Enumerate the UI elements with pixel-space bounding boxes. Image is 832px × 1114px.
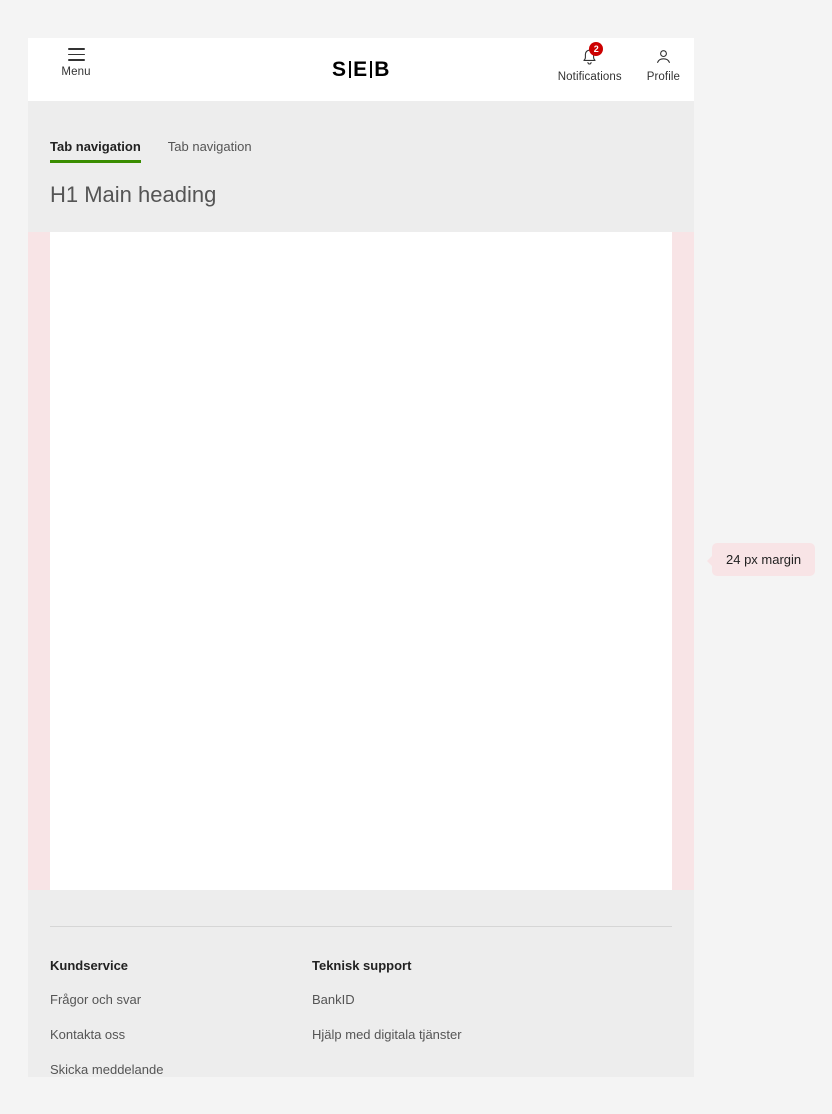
seb-logo-letter-e: E [353,58,368,81]
page-title: H1 Main heading [50,182,217,207]
profile-button[interactable]: Profile [647,48,680,84]
page-root: Menu S E B 2 Notifications Profile Tab n… [0,0,832,1114]
footer-divider [50,926,672,927]
seb-logo-divider-1 [349,61,351,78]
bell-icon: 2 [581,42,604,66]
header-actions: 2 Notifications Profile [557,42,680,84]
footer-column-title: Kundservice [50,958,129,973]
notifications-button[interactable]: 2 Notifications [557,42,622,84]
footer-link-fragor-och-svar[interactable]: Frågor och svar [50,991,312,1009]
margin-guide-left [28,232,50,890]
hamburger-menu-icon [67,48,85,61]
margin-guide-right [672,232,694,890]
footer-column-teknisk-support: Teknisk support BankID Hjälp med digital… [312,957,574,1077]
footer-column-kundservice: Kundservice Frågor och svar Kontakta oss… [50,957,312,1077]
seb-logo-divider-2 [370,61,372,78]
app-header: Menu S E B 2 Notifications Profile [28,38,694,101]
margin-annotation-callout: 24 px margin [706,543,816,576]
content-zone [28,232,694,890]
seb-logo-letter-b: B [374,58,390,81]
content-canvas [50,232,672,890]
app-container: Menu S E B 2 Notifications Profile Tab n… [28,38,694,1077]
footer-link-hjalp-med-digitala-tjanster[interactable]: Hjälp med digitala tjänster [312,1026,574,1044]
profile-button-label: Profile [646,71,680,83]
menu-button-label: Menu [61,66,91,78]
notifications-badge: 2 [589,42,604,56]
tab-navigation-item-1[interactable]: Tab navigation [50,139,141,163]
notifications-button-label: Notifications [557,71,622,83]
tab-navigation-item-2[interactable]: Tab navigation [168,139,252,163]
footer-link-skicka-meddelande[interactable]: Skicka meddelande [50,1061,312,1077]
footer-link-bankid[interactable]: BankID [312,991,574,1009]
footer-column-title: Teknisk support [312,958,412,973]
menu-button[interactable]: Menu [50,48,102,79]
footer-link-kontakta-oss[interactable]: Kontakta oss [50,1026,312,1044]
person-icon [655,48,672,66]
tab-navigation: Tab navigation Tab navigation [28,101,694,163]
seb-logo-letter-s: S [332,58,347,81]
footer: Kundservice Frågor och svar Kontakta oss… [28,926,694,1077]
